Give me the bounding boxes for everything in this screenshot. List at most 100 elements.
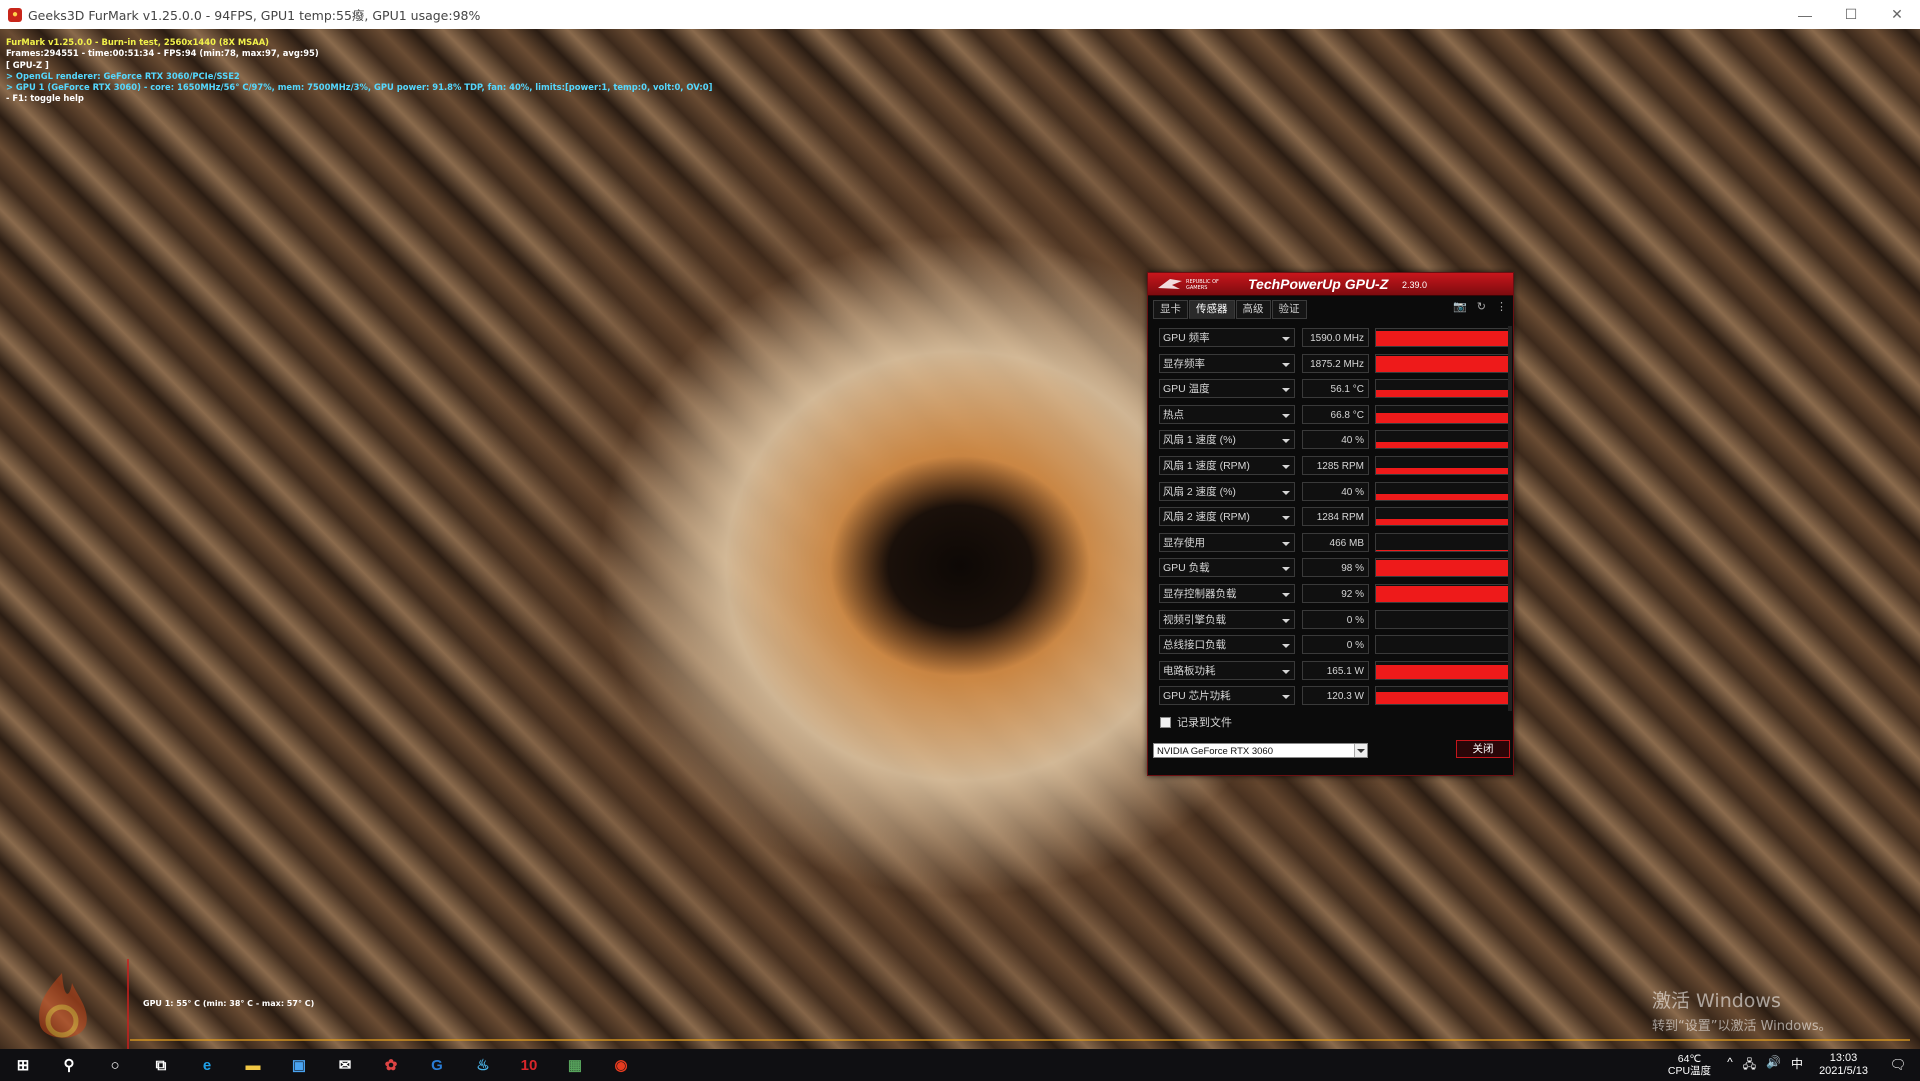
activate-windows-watermark: 激活 Windows 转到“设置”以激活 Windows。: [1652, 986, 1832, 1034]
volume-icon[interactable]: 🔊: [1766, 1055, 1781, 1076]
sensor-name: 风扇 1 速度 (RPM): [1163, 459, 1250, 472]
ime-icon[interactable]: 中: [1791, 1055, 1803, 1076]
chevron-down-icon[interactable]: [1282, 362, 1290, 367]
sensor-name-dropdown[interactable]: 风扇 2 速度 (RPM): [1159, 507, 1295, 527]
sensor-graph-fill: [1376, 665, 1510, 679]
chevron-down-icon[interactable]: [1282, 337, 1290, 341]
sensor-name: 视频引擎负载: [1163, 613, 1226, 626]
taskbar-app-g-icon[interactable]: G: [414, 1049, 460, 1081]
menu-icon[interactable]: ⋮: [1496, 300, 1507, 313]
clock-time: 13:03: [1829, 1052, 1858, 1064]
taskbar-app-colorful-icon[interactable]: ✿: [368, 1049, 414, 1081]
taskbar-file-explorer-icon[interactable]: ▬: [230, 1049, 276, 1081]
chevron-down-icon[interactable]: [1282, 439, 1290, 444]
tab-advanced[interactable]: 高级: [1235, 300, 1271, 319]
sensor-list: GPU 频率 1590.0 MHz 显存频率 1875.2 MHz GPU 温度 56.1…: [1159, 326, 1511, 710]
sensor-value: 120.3 W: [1302, 686, 1369, 706]
taskbar-gpuz-icon[interactable]: ▦: [552, 1049, 598, 1081]
log-to-file-option[interactable]: 记录到文件: [1160, 714, 1232, 730]
clock-date: 2021/5/13: [1819, 1065, 1868, 1077]
sensor-graph: [1375, 532, 1511, 552]
chevron-down-icon[interactable]: [1354, 744, 1367, 757]
refresh-icon[interactable]: ↻: [1477, 300, 1486, 313]
camera-icon[interactable]: 📷: [1453, 300, 1467, 313]
chevron-down-icon[interactable]: [1282, 592, 1290, 597]
sensor-name: 显存使用: [1163, 536, 1205, 549]
chevron-down-icon[interactable]: [1282, 669, 1290, 674]
sensor-name-dropdown[interactable]: GPU 负载: [1159, 558, 1295, 578]
chevron-down-icon[interactable]: [1282, 567, 1290, 572]
taskbar-edge-icon[interactable]: e: [184, 1049, 230, 1081]
sensor-scrollbar[interactable]: [1508, 326, 1512, 711]
taskbar-app-10-icon[interactable]: 10: [506, 1049, 552, 1081]
taskbar-start-icon[interactable]: ⊞: [0, 1049, 46, 1081]
chevron-down-icon[interactable]: [1282, 644, 1290, 649]
tab-graphics-card[interactable]: 显卡: [1153, 300, 1188, 319]
sensor-name-dropdown[interactable]: GPU 温度: [1159, 379, 1295, 399]
sensor-graph-fill: [1376, 468, 1510, 474]
sensor-row: 显存控制器负载 92 %: [1159, 582, 1511, 608]
sensor-name-dropdown[interactable]: 视频引擎负载: [1159, 609, 1295, 629]
cpu-temp-value: 64℃: [1677, 1053, 1702, 1065]
taskbar-clock[interactable]: 13:03 2021/5/13: [1819, 1052, 1868, 1078]
sensor-name-dropdown[interactable]: 风扇 1 速度 (%): [1159, 430, 1295, 450]
sensor-graph-fill: [1376, 390, 1510, 398]
sensor-graph: [1375, 507, 1511, 527]
cpu-temp-widget[interactable]: 64℃ CPU温度: [1668, 1053, 1711, 1077]
sensor-row: 风扇 1 速度 (RPM) 1285 RPM: [1159, 454, 1511, 480]
taskbar-furmark-icon[interactable]: ◉: [598, 1049, 644, 1081]
sensor-graph: [1375, 635, 1511, 655]
notification-icon[interactable]: 🗨: [1886, 1057, 1910, 1073]
sensor-name-dropdown[interactable]: 电路板功耗: [1159, 660, 1295, 680]
chevron-down-icon[interactable]: [1282, 541, 1290, 546]
tab-validation[interactable]: 验证: [1271, 300, 1307, 319]
sensor-row: 总线接口负载 0 %: [1159, 633, 1511, 659]
sensor-value: 165.1 W: [1302, 660, 1369, 680]
gpuz-window: REPUBLIC OF GAMERS TechPowerUp GPU-Z 2.3…: [1147, 272, 1514, 776]
sensor-graph: [1375, 404, 1511, 424]
close-button[interactable]: ✕: [1874, 0, 1920, 29]
sensor-name-dropdown[interactable]: 热点: [1159, 404, 1295, 424]
log-to-file-checkbox[interactable]: [1160, 716, 1171, 728]
sensor-graph-fill: [1376, 356, 1510, 372]
chevron-down-icon[interactable]: [1282, 413, 1290, 418]
sensor-name-dropdown[interactable]: 显存频率: [1159, 353, 1295, 373]
gpuz-close-button[interactable]: 关闭: [1456, 740, 1510, 758]
sensor-name: GPU 温度: [1163, 383, 1210, 396]
sensor-name-dropdown[interactable]: 显存使用: [1159, 532, 1295, 552]
taskbar-store-icon[interactable]: ▣: [276, 1049, 322, 1081]
chevron-down-icon[interactable]: [1282, 490, 1290, 495]
taskbar-cortana-icon[interactable]: ○: [92, 1049, 138, 1081]
chevron-up-icon[interactable]: ^: [1727, 1055, 1733, 1076]
taskbar-mail-icon[interactable]: ✉: [322, 1049, 368, 1081]
gpuz-title: TechPowerUp GPU-Z: [1248, 276, 1389, 292]
chevron-down-icon[interactable]: [1282, 695, 1290, 700]
sensor-name-dropdown[interactable]: GPU 频率: [1159, 328, 1295, 347]
chevron-down-icon[interactable]: [1282, 464, 1290, 469]
overlay-line-help: - F1: toggle help: [6, 93, 84, 104]
taskbar-task-view-icon[interactable]: ⧉: [138, 1049, 184, 1081]
taskbar-search-icon[interactable]: ⚲: [46, 1049, 92, 1081]
sensor-value: 56.1 °C: [1302, 379, 1369, 399]
gpuz-titlebar[interactable]: REPUBLIC OF GAMERS TechPowerUp GPU-Z 2.3…: [1148, 273, 1513, 296]
sensor-graph: [1375, 430, 1511, 450]
sensor-row: 热点 66.8 °C: [1159, 403, 1511, 429]
sensor-name: 总线接口负载: [1163, 639, 1226, 652]
sensor-name-dropdown[interactable]: 显存控制器负载: [1159, 583, 1295, 603]
chevron-down-icon[interactable]: [1282, 618, 1290, 623]
chevron-down-icon[interactable]: [1282, 516, 1290, 521]
sensor-value: 1590.0 MHz: [1302, 328, 1369, 347]
sensor-name-dropdown[interactable]: 总线接口负载: [1159, 635, 1295, 655]
gpu-select-dropdown[interactable]: NVIDIA GeForce RTX 3060: [1153, 743, 1368, 758]
taskbar-steam-icon[interactable]: ♨: [460, 1049, 506, 1081]
sensor-name-dropdown[interactable]: GPU 芯片功耗: [1159, 686, 1295, 706]
sensor-value: 1284 RPM: [1302, 507, 1369, 527]
chevron-down-icon[interactable]: [1282, 388, 1290, 393]
minimize-button[interactable]: —: [1782, 0, 1828, 29]
tab-sensors[interactable]: 传感器: [1189, 300, 1235, 319]
sensor-name-dropdown[interactable]: 风扇 2 速度 (%): [1159, 481, 1295, 501]
network-icon[interactable]: 🖧: [1743, 1055, 1756, 1076]
sensor-name-dropdown[interactable]: 风扇 1 速度 (RPM): [1159, 455, 1295, 475]
maximize-button[interactable]: ☐: [1828, 0, 1874, 29]
windows-taskbar: ⊞ ⚲ ○ ⧉ e ▬ ▣ ✉ ✿ G ♨ 10 ▦ ◉ 64℃ CPU温度 ^ 🖧 🔊 中 13:03 …: [0, 1049, 1920, 1081]
